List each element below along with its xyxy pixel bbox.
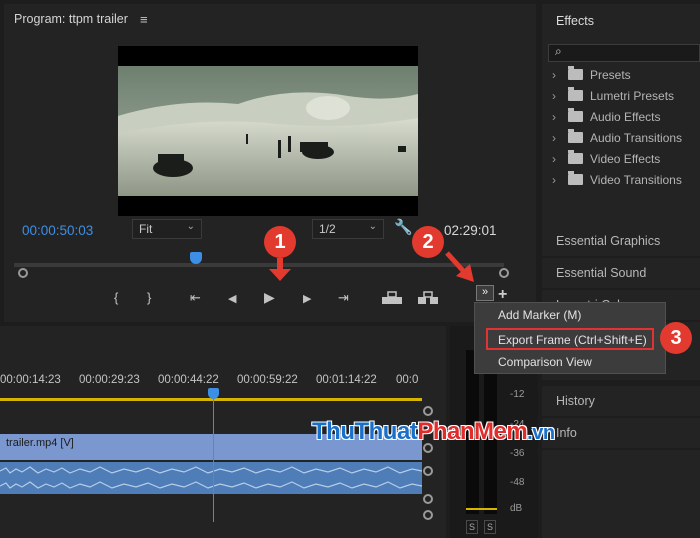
program-monitor-title[interactable]: Program: ttpm trailer <box>14 12 128 26</box>
meter-scale-label: dB <box>510 503 523 514</box>
folder-icon <box>568 108 583 122</box>
video-clip-label: trailer.mp4 [V] <box>6 437 74 449</box>
effects-item-video-effects[interactable]: › Video Effects <box>552 150 660 172</box>
vertical-scroll-handle[interactable] <box>423 510 433 520</box>
scrubber-end-handle[interactable] <box>499 268 509 278</box>
menu-item-comparison-view[interactable]: Comparison View <box>498 355 592 369</box>
effects-panel-title[interactable]: Effects <box>556 14 594 28</box>
ruler-time-label: 00:00:29:23 <box>79 374 140 386</box>
monitor-playhead[interactable] <box>190 252 202 264</box>
tab-info[interactable]: Info <box>542 418 700 448</box>
ruler-time-label: 00:01:14:22 <box>316 374 377 386</box>
effects-search-input[interactable]: ⌕ <box>548 44 700 62</box>
export-frame-highlight-box <box>486 328 654 350</box>
folder-icon <box>568 129 583 143</box>
solo-right-button[interactable]: S <box>484 520 496 534</box>
vertical-scroll-handle[interactable] <box>423 406 433 416</box>
scrubber-start-handle[interactable] <box>18 268 28 278</box>
audio-clip[interactable] <box>0 462 422 494</box>
chevron-down-icon: ⌄ <box>368 221 377 232</box>
ruler-time-label: 00:00:14:23 <box>0 374 61 386</box>
monitor-scrubber-track[interactable] <box>14 263 504 267</box>
chevron-down-icon: ⌄ <box>186 221 195 232</box>
step-1-badge: 1 <box>264 226 296 258</box>
meter-scale-label: -48 <box>510 477 525 488</box>
effects-item-presets[interactable]: › Presets <box>552 66 631 88</box>
ruler-time-label: 00:00:59:22 <box>237 374 298 386</box>
timeline-playhead[interactable] <box>208 388 219 399</box>
vertical-scroll-handle[interactable] <box>423 466 433 476</box>
zoom-fit-dropdown[interactable]: Fit ⌄ <box>132 219 202 239</box>
folder-icon <box>568 171 583 185</box>
mark-out-button[interactable]: } <box>147 290 151 305</box>
resolution-value: 1/2 <box>319 222 336 236</box>
ruler-time-label: 00:00:44:22 <box>158 374 219 386</box>
vertical-scroll-handle[interactable] <box>423 494 433 504</box>
meter-scale-label: -36 <box>510 448 525 459</box>
play-button[interactable]: ▶ <box>264 289 275 306</box>
go-to-out-button[interactable]: ⇥ <box>338 290 349 306</box>
step-forward-button[interactable]: ▶ <box>303 292 311 305</box>
tab-essential-sound[interactable]: Essential Sound <box>542 258 700 288</box>
desert-scene-image <box>118 46 418 216</box>
menu-item-add-marker[interactable]: Add Marker (M) <box>498 308 581 322</box>
side-panel-empty <box>542 450 700 538</box>
tab-history[interactable]: History <box>542 386 700 416</box>
effects-panel: Effects ⌕ › Presets › Lumetri Presets › Aud… <box>542 4 700 226</box>
arrow-down-icon <box>266 258 294 285</box>
meter-scale-label: -12 <box>510 389 525 400</box>
step-3-badge: 3 <box>660 322 692 354</box>
audio-waveform <box>0 466 422 489</box>
ruler-time-label: 00:0 <box>396 374 419 386</box>
search-icon: ⌕ <box>555 44 562 58</box>
mark-in-button[interactable]: { <box>114 290 118 305</box>
go-to-in-button[interactable]: ⇤ <box>190 290 201 306</box>
step-back-button[interactable]: ◀ <box>228 292 236 305</box>
extract-icon[interactable] <box>417 291 439 308</box>
arrow-down-right-icon <box>444 250 476 287</box>
effects-item-lumetri-presets[interactable]: › Lumetri Presets <box>552 87 674 109</box>
button-editor-overflow-button[interactable]: » <box>476 285 494 301</box>
effects-item-video-transitions[interactable]: › Video Transitions <box>552 171 682 193</box>
lift-icon[interactable] <box>381 291 403 308</box>
solo-left-button[interactable]: S <box>466 520 478 534</box>
folder-icon <box>568 150 583 164</box>
watermark-logo: ThuThuatPhanMem.vn <box>312 418 555 445</box>
video-preview <box>118 46 418 216</box>
playback-resolution-dropdown[interactable]: 1/2 ⌄ <box>312 219 384 239</box>
effects-item-audio-effects[interactable]: › Audio Effects <box>552 108 661 130</box>
wrench-icon[interactable]: 🔧 <box>394 218 413 236</box>
panel-menu-icon[interactable]: ≡ <box>140 12 148 27</box>
tab-essential-graphics[interactable]: Essential Graphics <box>542 226 700 256</box>
duration-timecode: 02:29:01 <box>444 223 497 238</box>
effects-item-audio-transitions[interactable]: › Audio Transitions <box>552 129 682 151</box>
step-2-badge: 2 <box>412 226 444 258</box>
folder-star-icon <box>568 87 583 101</box>
timeline-playhead-line <box>213 395 214 522</box>
current-timecode[interactable]: 00:00:50:03 <box>22 223 93 238</box>
folder-star-icon <box>568 66 583 80</box>
meter-level-bar <box>466 508 497 510</box>
zoom-fit-value: Fit <box>139 222 153 236</box>
